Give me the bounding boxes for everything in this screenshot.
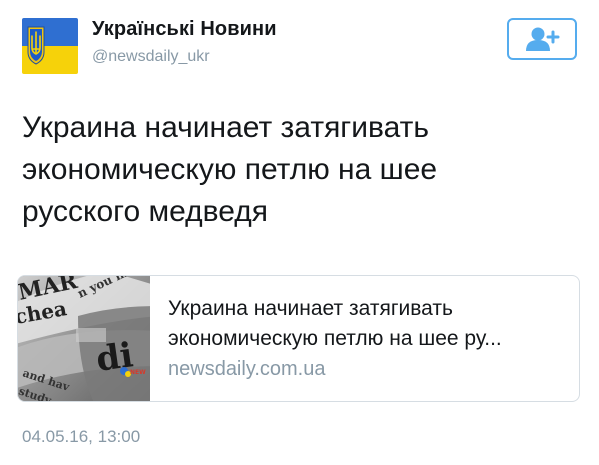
- link-card-domain: newsdaily.com.ua: [168, 358, 326, 380]
- newspaper-thumbnail-image: MAR chea n you m di and hav study NEW: [18, 276, 150, 401]
- person-add-icon: [526, 27, 560, 51]
- tweet-text: Украина начинает затягивать экономическу…: [22, 107, 542, 233]
- tweet-timestamp[interactable]: 04.05.16, 13:00: [22, 427, 140, 447]
- ukraine-trident-flag-icon: [22, 18, 78, 74]
- link-card-title[interactable]: Украина начинает затягивать экономическу…: [168, 294, 573, 354]
- follow-button[interactable]: [507, 18, 577, 60]
- link-preview-card[interactable]: MAR chea n you m di and hav study NEW Ук…: [17, 275, 580, 402]
- tweet-text-line: экономическую петлю на шее: [22, 153, 438, 186]
- tweet-text-line: Украина начинает затягивать: [22, 111, 430, 144]
- author-avatar[interactable]: [22, 18, 78, 74]
- tweet-container: Українські Новини @newsdaily_ukr Украина…: [0, 0, 599, 465]
- link-card-title-line: экономическую петлю на шее ру...: [168, 327, 502, 350]
- svg-text:NEW: NEW: [130, 369, 146, 376]
- author-handle[interactable]: @newsdaily_ukr: [92, 48, 210, 66]
- author-display-name[interactable]: Українські Новини: [92, 18, 277, 41]
- link-card-title-line: Украина начинает затягивать: [168, 297, 453, 320]
- link-card-thumbnail: MAR chea n you m di and hav study NEW: [18, 276, 150, 401]
- tweet-text-line: русского медведя: [22, 195, 268, 228]
